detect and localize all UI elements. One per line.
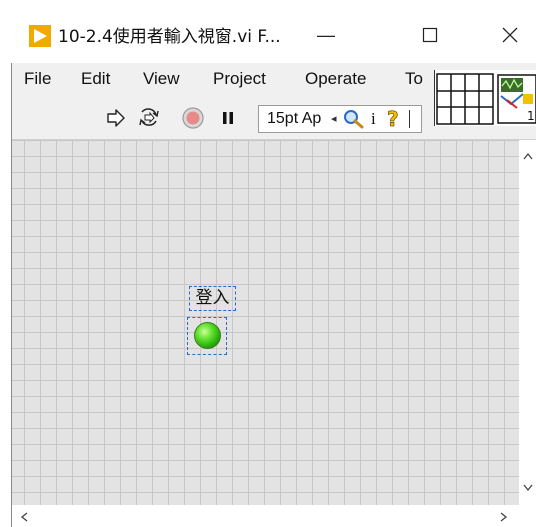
boolean-led-indicator[interactable] <box>187 317 227 355</box>
minimize-button[interactable]: — <box>306 16 346 54</box>
labview-vi-icon <box>29 25 51 47</box>
menu-operate[interactable]: Operate <box>305 69 366 89</box>
menu-project[interactable]: Project <box>213 69 266 89</box>
pause-icon <box>223 112 233 124</box>
menu-view[interactable]: View <box>143 69 180 89</box>
horizontal-scrollbar[interactable] <box>12 505 536 527</box>
maximize-icon <box>422 27 438 43</box>
abort-icon <box>182 107 204 129</box>
run-button[interactable] <box>104 105 128 131</box>
text-settings-dropdown[interactable]: 15pt Ap ◂ i ? <box>258 105 422 133</box>
led-lamp <box>194 322 221 349</box>
minimize-icon: — <box>317 24 335 45</box>
scroll-right-icon[interactable] <box>500 512 508 522</box>
front-panel-canvas[interactable] <box>12 140 519 505</box>
scroll-left-icon[interactable] <box>20 512 28 522</box>
scroll-up-icon[interactable] <box>523 152 533 160</box>
vi-icon[interactable]: 1 <box>497 74 536 124</box>
dropdown-arrow-icon: ◂ <box>331 113 337 125</box>
info-icon[interactable]: i <box>371 109 376 129</box>
abort-button[interactable] <box>180 105 206 131</box>
connector-pane[interactable]: 1 <box>434 70 536 126</box>
maximize-button[interactable] <box>410 16 450 54</box>
search-icon[interactable] <box>341 108 365 130</box>
pause-button[interactable] <box>218 105 238 131</box>
close-button[interactable] <box>490 16 530 54</box>
menu-file[interactable]: File <box>24 69 51 89</box>
scroll-down-icon[interactable] <box>523 484 533 492</box>
toolbar-divider <box>409 110 410 128</box>
close-icon <box>502 27 518 43</box>
led-label[interactable]: 登入 <box>189 286 236 311</box>
window-title: 10-2.4使用者輸入視窗.vi F... <box>58 27 281 47</box>
svg-text:1: 1 <box>527 109 535 123</box>
run-continuously-icon <box>139 108 159 126</box>
run-continuously-button[interactable] <box>136 105 162 131</box>
help-icon[interactable]: ? <box>383 108 405 130</box>
menu-tools[interactable]: To <box>405 69 423 89</box>
svg-text:?: ? <box>387 108 399 130</box>
vertical-scrollbar[interactable] <box>519 140 536 505</box>
window-titlebar: 10-2.4使用者輸入視窗.vi F... — <box>0 0 536 63</box>
run-arrow-icon <box>107 109 125 127</box>
font-setting-label: 15pt Ap <box>267 110 322 127</box>
menu-edit[interactable]: Edit <box>81 69 110 89</box>
